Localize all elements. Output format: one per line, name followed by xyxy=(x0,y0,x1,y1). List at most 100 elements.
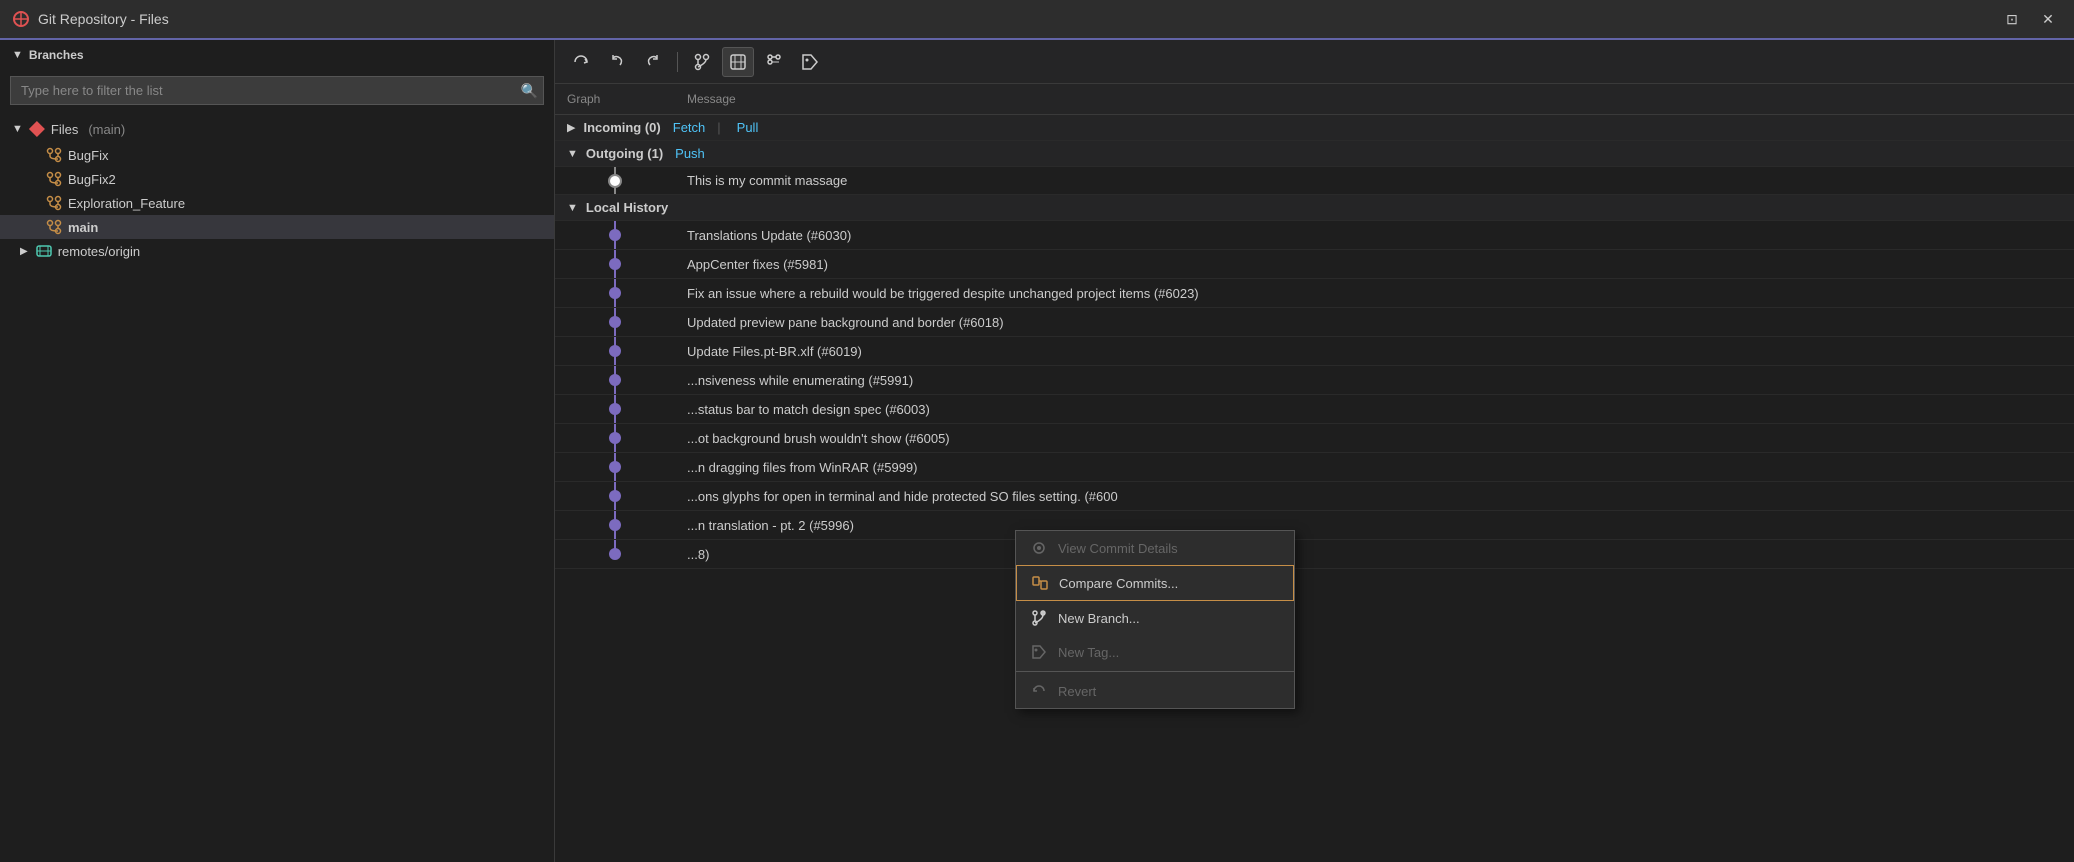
commit-c10-msg: ...ons glyphs for open in terminal and h… xyxy=(675,484,2074,509)
branch-icon-exploration xyxy=(46,195,62,211)
remotes-expand-arrow: ▶ xyxy=(20,246,28,257)
commit-c4-msg: Updated preview pane background and bord… xyxy=(675,310,2074,335)
filter-input[interactable] xyxy=(10,76,544,105)
fetch-button[interactable]: Fetch xyxy=(673,120,706,135)
tag-button[interactable] xyxy=(794,47,826,77)
separator: | xyxy=(717,120,720,135)
commit-outgoing-msg: This is my commit massage xyxy=(675,168,2074,193)
ctx-revert[interactable]: Revert xyxy=(1016,674,1294,708)
remotes-origin-item[interactable]: ▶ remotes/origin xyxy=(0,239,554,263)
ctx-new-tag-label: New Tag... xyxy=(1058,645,1119,660)
graph-dot-c8 xyxy=(609,432,621,444)
right-panel: Graph Message ▶ Incoming (0) Fetch | Pul… xyxy=(555,40,2074,862)
commit-c3[interactable]: Fix an issue where a rebuild would be tr… xyxy=(555,279,2074,308)
commit-c5[interactable]: Update Files.pt-BR.xlf (#6019) xyxy=(555,337,2074,366)
graph-column-header: Graph xyxy=(555,88,675,110)
remotes-label: remotes/origin xyxy=(58,244,140,259)
outgoing-expand[interactable]: ▼ xyxy=(567,148,578,160)
graph-dot-outgoing xyxy=(608,174,622,188)
graph-cell-c1 xyxy=(555,221,675,249)
commit-c6-msg: ...nsiveness while enumerating (#5991) xyxy=(675,368,2074,393)
commit-outgoing[interactable]: This is my commit massage xyxy=(555,167,2074,195)
title-text: Git Repository - Files xyxy=(38,11,1998,27)
commit-c4[interactable]: Updated preview pane background and bord… xyxy=(555,308,2074,337)
graph-cell-c8 xyxy=(555,424,675,452)
git-icon xyxy=(12,10,30,28)
commit-c2[interactable]: AppCenter fixes (#5981) xyxy=(555,250,2074,279)
incoming-label: Incoming (0) xyxy=(583,120,660,135)
context-menu: View Commit Details Compare Commits... xyxy=(1015,530,1295,709)
graph-cell-c4 xyxy=(555,308,675,336)
commit-c6[interactable]: ...nsiveness while enumerating (#5991) xyxy=(555,366,2074,395)
diamond-icon xyxy=(29,121,45,137)
ctx-new-tag[interactable]: New Tag... xyxy=(1016,635,1294,669)
graph-cell-c5 xyxy=(555,337,675,365)
remotes-icon xyxy=(36,243,52,259)
message-column-header: Message xyxy=(675,88,2074,110)
ctx-view-commit-label: View Commit Details xyxy=(1058,541,1178,556)
commit-c1-msg: Translations Update (#6030) xyxy=(675,223,2074,248)
graph-cell-c3 xyxy=(555,279,675,307)
commit-c1[interactable]: Translations Update (#6030) xyxy=(555,221,2074,250)
toolbar xyxy=(555,40,2074,84)
incoming-expand[interactable]: ▶ xyxy=(567,121,575,134)
ctx-separator xyxy=(1016,671,1294,672)
view-commit-icon xyxy=(1030,539,1048,557)
branch-icon-bugfix xyxy=(46,147,62,163)
commit-c9-msg: ...n dragging files from WinRAR (#5999) xyxy=(675,455,2074,480)
redo-button[interactable] xyxy=(637,47,669,77)
commit-c11[interactable]: ...n translation - pt. 2 (#5996) xyxy=(555,511,2074,540)
undo-button[interactable] xyxy=(601,47,633,77)
branch-icon-bugfix2 xyxy=(46,171,62,187)
graph-dot-c6 xyxy=(609,374,621,386)
branch-exploration-label: Exploration_Feature xyxy=(68,196,185,211)
graph-cell-outgoing xyxy=(555,167,675,194)
graph-cell-c7 xyxy=(555,395,675,423)
search-icon[interactable]: 🔍 xyxy=(521,82,538,99)
graph-dot-c2 xyxy=(609,258,621,270)
commit-c10[interactable]: ...ons glyphs for open in terminal and h… xyxy=(555,482,2074,511)
branch-button[interactable] xyxy=(686,47,718,77)
commit-c11-msg: ...n translation - pt. 2 (#5996) xyxy=(675,513,2074,538)
outgoing-section: ▼ Outgoing (1) Push xyxy=(555,141,2074,167)
branches-expand-arrow[interactable]: ▼ xyxy=(12,49,23,61)
push-button[interactable]: Push xyxy=(675,146,705,161)
branch-tree: ▼ Files (main) BugFix xyxy=(0,111,554,862)
files-expand-arrow: ▼ xyxy=(12,123,23,135)
graph2-button[interactable] xyxy=(758,47,790,77)
files-root-item[interactable]: ▼ Files (main) xyxy=(0,115,554,143)
branch-bugfix-label: BugFix xyxy=(68,148,108,163)
branch-bugfix[interactable]: BugFix xyxy=(0,143,554,167)
pin-button[interactable]: ⊡ xyxy=(1998,5,2026,33)
graph-dot-c3 xyxy=(609,287,621,299)
main-container: ▼ Branches 🔍 ▼ Files (main) xyxy=(0,40,2074,862)
graph-dot-c7 xyxy=(609,403,621,415)
graph1-button[interactable] xyxy=(722,47,754,77)
ctx-new-branch[interactable]: New Branch... xyxy=(1016,601,1294,635)
title-bar: Git Repository - Files ⊡ ✕ xyxy=(0,0,2074,40)
refresh-button[interactable] xyxy=(565,47,597,77)
local-history-expand[interactable]: ▼ xyxy=(567,202,578,214)
commit-c3-msg: Fix an issue where a rebuild would be tr… xyxy=(675,281,2074,306)
graph-dot-c1 xyxy=(609,229,621,241)
commit-c5-msg: Update Files.pt-BR.xlf (#6019) xyxy=(675,339,2074,364)
commit-c9[interactable]: ...n dragging files from WinRAR (#5999) xyxy=(555,453,2074,482)
ctx-compare-commits[interactable]: Compare Commits... xyxy=(1016,565,1294,601)
commits-area[interactable]: ▶ Incoming (0) Fetch | Pull ▼ Outgoing (… xyxy=(555,115,2074,862)
branches-label: Branches xyxy=(29,48,84,62)
commit-c12[interactable]: ...8) xyxy=(555,540,2074,569)
branch-exploration[interactable]: Exploration_Feature xyxy=(0,191,554,215)
ctx-new-branch-label: New Branch... xyxy=(1058,611,1140,626)
commit-c8[interactable]: ...ot background brush wouldn't show (#6… xyxy=(555,424,2074,453)
graph-dot-c10 xyxy=(609,490,621,502)
branch-bugfix2[interactable]: BugFix2 xyxy=(0,167,554,191)
graph-cell-c6 xyxy=(555,366,675,394)
ctx-view-commit[interactable]: View Commit Details xyxy=(1016,531,1294,565)
table-headers: Graph Message xyxy=(555,84,2074,115)
sidebar: ▼ Branches 🔍 ▼ Files (main) xyxy=(0,40,555,862)
pull-button[interactable]: Pull xyxy=(737,120,759,135)
commit-c7[interactable]: ...status bar to match design spec (#600… xyxy=(555,395,2074,424)
branch-bugfix2-label: BugFix2 xyxy=(68,172,116,187)
branch-main[interactable]: main xyxy=(0,215,554,239)
close-button[interactable]: ✕ xyxy=(2034,5,2062,33)
